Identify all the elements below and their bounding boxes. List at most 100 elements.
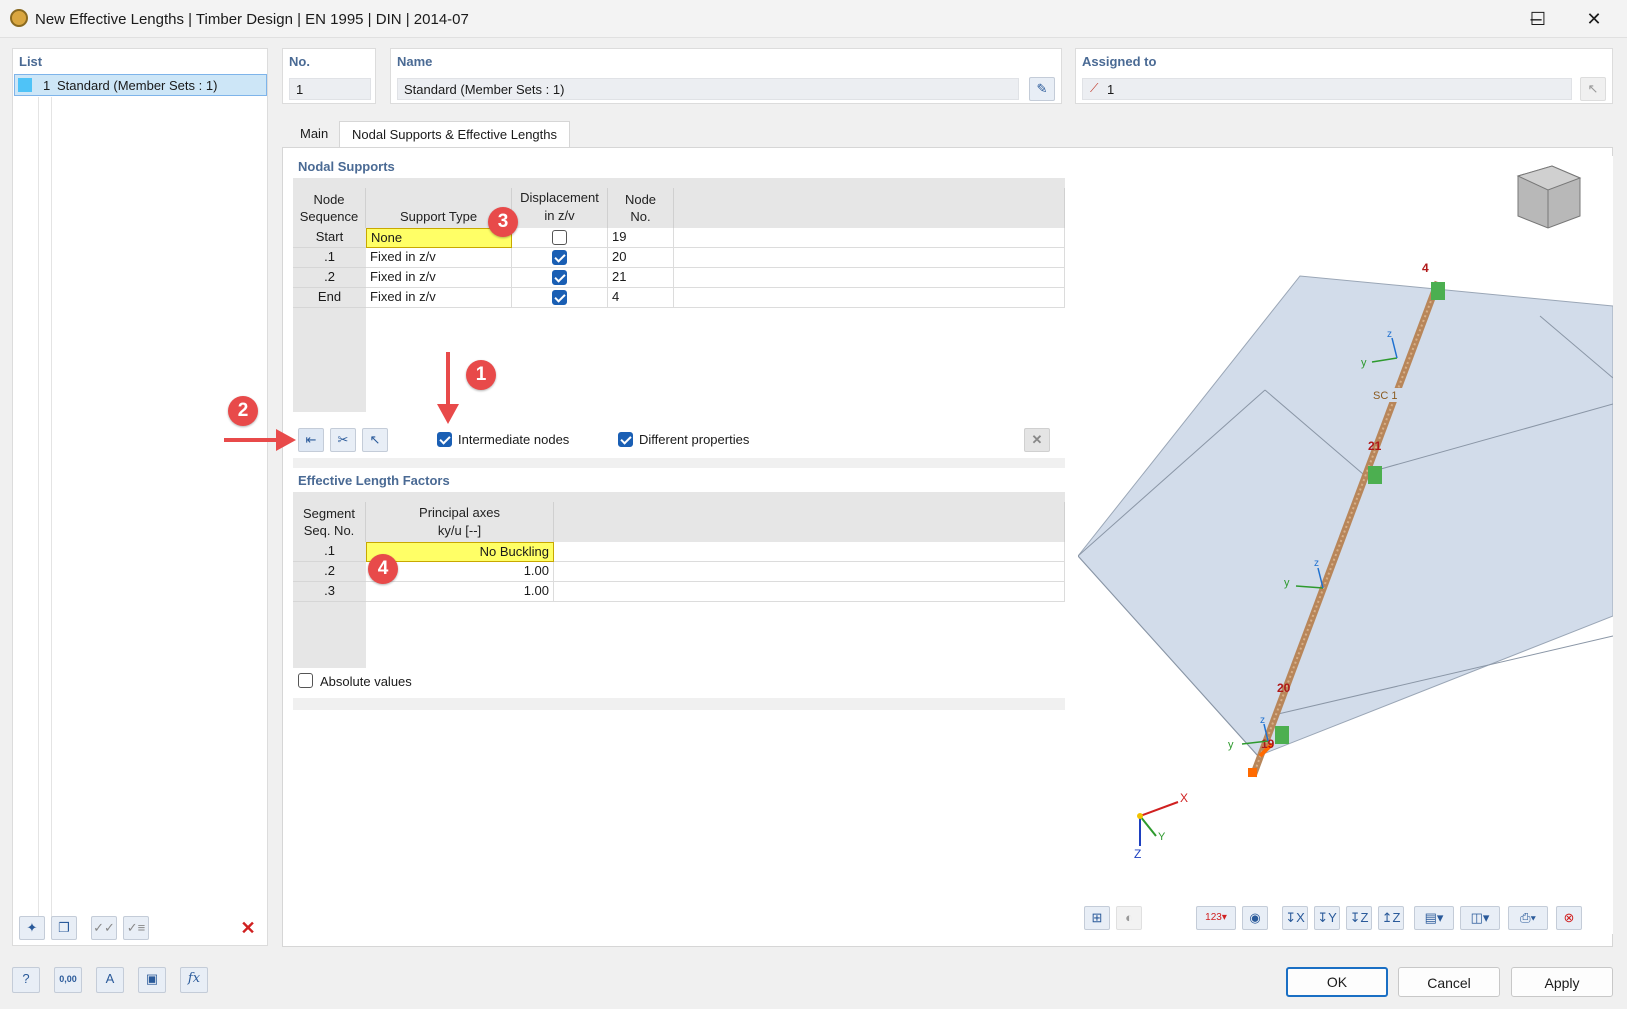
reset-view-icon[interactable]: ⊗ (1556, 906, 1582, 930)
node-label-4: 4 (1422, 261, 1429, 275)
no-panel: No. 1 (282, 48, 376, 104)
view-z-icon[interactable]: ↧Z (1346, 906, 1372, 930)
displacement-checkbox[interactable] (552, 290, 567, 305)
node-label-20: 20 (1277, 681, 1291, 695)
view-mode-icon[interactable]: ⊞ (1084, 906, 1110, 930)
displacement-cell[interactable] (512, 248, 608, 268)
name-field[interactable]: Standard (Member Sets : 1) (397, 78, 1019, 100)
view-toolbar: ⊞ ◐ 123▾ ◉ ↧X ↧Y ↧Z ↥Z ▤▾ ◫▾ ⎙▾ ⊗ (1078, 903, 1613, 934)
empty-cell (674, 228, 1065, 248)
displacement-cell[interactable] (512, 228, 608, 248)
row-sequence: End (293, 288, 366, 308)
support-21 (1368, 466, 1382, 484)
svg-text:z: z (1387, 329, 1392, 340)
displacement-cell[interactable] (512, 288, 608, 308)
view-minus-y-icon[interactable]: ↧Y (1314, 906, 1340, 930)
row-segment: .3 (293, 582, 366, 602)
ky-value-cell[interactable]: 1.00 (366, 582, 554, 602)
displacement-checkbox[interactable] (552, 270, 567, 285)
node-no-cell[interactable]: 19 (608, 228, 674, 248)
different-properties-label: Different properties (639, 432, 750, 447)
pick-node-icon[interactable]: ↖ (362, 428, 388, 452)
numbering-icon[interactable]: 123▾ (1196, 906, 1236, 930)
app-icon (10, 9, 28, 27)
absolute-values-label: Absolute values (320, 674, 412, 689)
cancel-button[interactable]: Cancel (1398, 967, 1500, 997)
view-x-icon[interactable]: ↧X (1282, 906, 1308, 930)
absolute-values-checkbox[interactable] (298, 673, 313, 688)
node-no-cell[interactable]: 20 (608, 248, 674, 268)
node-no-cell[interactable]: 21 (608, 268, 674, 288)
units-icon[interactable]: 0,00 (54, 967, 82, 993)
support-4 (1431, 282, 1445, 300)
list-panel: List 1 Standard (Member Sets : 1) ✦ ❐ ✓✓… (12, 48, 268, 946)
no-field[interactable]: 1 (289, 78, 371, 100)
intermediate-nodes-label: Intermediate nodes (458, 432, 570, 447)
effective-length-title: Effective Length Factors (298, 473, 450, 488)
copy-item-icon[interactable]: ❐ (51, 916, 77, 940)
support-20 (1275, 726, 1289, 744)
tab-nodal-supports[interactable]: Nodal Supports & Effective Lengths (339, 121, 570, 147)
row-sequence: .1 (293, 248, 366, 268)
delete-icon[interactable]: ✕ (235, 916, 261, 940)
edit-name-icon[interactable]: ✎ (1029, 77, 1055, 101)
uncheck-icon[interactable]: ✓≡ (123, 916, 149, 940)
check-all-icon[interactable]: ✓✓ (91, 916, 117, 940)
maximize-icon[interactable]: ☐ (1518, 6, 1558, 32)
new-item-icon[interactable]: ✦ (19, 916, 45, 940)
svg-text:y: y (1361, 357, 1367, 369)
support-type-cell[interactable]: Fixed in z/v (366, 248, 512, 268)
select-assigned-icon[interactable]: ↖ (1580, 77, 1606, 101)
model-canvas[interactable]: 4 21 20 19 SC 1 yz yz yz X Y Z (1078, 156, 1613, 934)
list-item-color (18, 78, 32, 92)
empty-cell (554, 542, 1065, 562)
help-icon[interactable]: ? (12, 967, 40, 993)
delete-row-icon[interactable]: ✂ (330, 428, 356, 452)
view-cube-icon[interactable] (1516, 165, 1582, 229)
row-sequence: .2 (293, 268, 366, 288)
text-icon[interactable]: A (96, 967, 124, 993)
node-no-cell[interactable]: 4 (608, 288, 674, 308)
support-type-cell[interactable]: Fixed in z/v (366, 268, 512, 288)
print-icon[interactable]: ⎙▾ (1508, 906, 1548, 930)
svg-text:z: z (1314, 558, 1319, 569)
nodal-supports-title: Nodal Supports (298, 159, 395, 174)
tab-main[interactable]: Main (288, 121, 340, 147)
title-bar: New Effective Lengths | Timber Design | … (0, 0, 1627, 38)
apply-button[interactable]: Apply (1511, 967, 1613, 997)
svg-text:y: y (1284, 577, 1290, 589)
member-label: SC 1 (1373, 390, 1397, 402)
empty-cell (674, 248, 1065, 268)
support-type-cell[interactable]: Fixed in z/v (366, 288, 512, 308)
displacement-cell[interactable] (512, 268, 608, 288)
different-properties-checkbox[interactable] (618, 432, 633, 447)
assigned-field[interactable]: 1 (1082, 78, 1572, 100)
clear-icon[interactable]: ✕ (1024, 428, 1050, 452)
svg-text:y: y (1228, 739, 1234, 751)
badge-1: 1 (466, 360, 496, 390)
svg-text:z: z (1260, 715, 1265, 726)
visibility-icon[interactable]: ◉ (1242, 906, 1268, 930)
global-axes-icon: X Y Z (1134, 791, 1188, 861)
empty-cell (674, 268, 1065, 288)
svg-text:Z: Z (1134, 847, 1141, 861)
displacement-checkbox[interactable] (552, 230, 567, 245)
layers-icon[interactable]: ▤▾ (1414, 906, 1454, 930)
row-sequence: Start (293, 228, 366, 248)
assigned-panel: Assigned to 1 ⟋ ↖ (1075, 48, 1613, 104)
3d-view[interactable]: 4 21 20 19 SC 1 yz yz yz X Y Z (1078, 156, 1613, 934)
displacement-checkbox[interactable] (552, 250, 567, 265)
list-header: List (19, 54, 43, 69)
insert-row-icon[interactable]: ⇤ (298, 428, 324, 452)
display-icon[interactable]: ▣ (138, 967, 166, 993)
iso-view-icon[interactable]: ◫▾ (1460, 906, 1500, 930)
intermediate-nodes-checkbox[interactable] (437, 432, 452, 447)
view-minus-z-icon[interactable]: ↥Z (1378, 906, 1404, 930)
node-19-marker (1248, 768, 1257, 777)
ok-button[interactable]: OK (1286, 967, 1388, 997)
render-icon[interactable]: ◐ (1116, 906, 1142, 930)
close-icon[interactable]: ✕ (1574, 6, 1614, 32)
formula-icon[interactable]: fx (180, 967, 208, 993)
member-icon: ⟋ (1090, 81, 1099, 95)
list-item[interactable]: 1 Standard (Member Sets : 1) (14, 74, 267, 96)
